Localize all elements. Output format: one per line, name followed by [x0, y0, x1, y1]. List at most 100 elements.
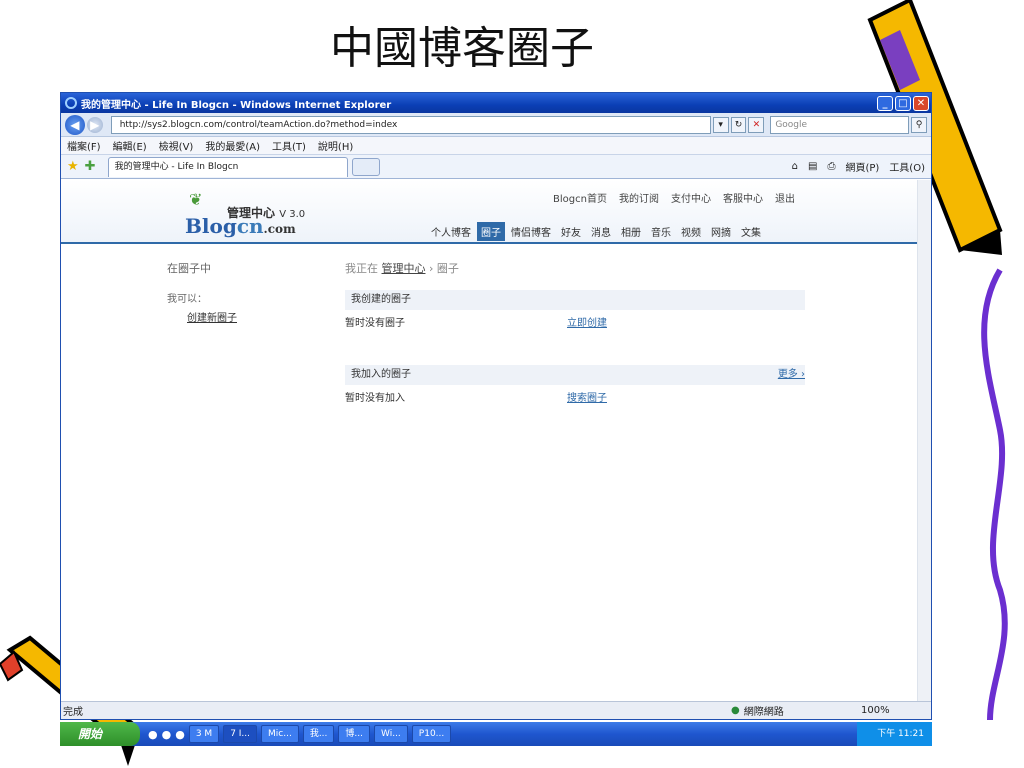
status-text: 完成 [63, 707, 83, 718]
joined-empty-text: 暂时没有加入 [345, 393, 405, 404]
search-circles-link[interactable]: 搜索圈子 [567, 385, 607, 413]
clock[interactable]: 下午 11:21 [877, 729, 924, 739]
favorites-star-icon[interactable]: ★ [67, 159, 79, 174]
toplink-subscriptions[interactable]: 我的订阅 [619, 190, 659, 205]
quick-launch: ● ● ● [148, 728, 185, 741]
tab-label: 我的管理中心 - Life In Blogcn [114, 161, 239, 172]
status-bar: 完成 ● 網際網路 100% [61, 701, 931, 719]
address-bar: ◀ ▶ http://sys2.blogcn.com/control/teamA… [61, 113, 931, 137]
favorites-bar: ★ ✚ 我的管理中心 - Life In Blogcn ⌂ ▤ ⎙ 網頁(P) … [61, 155, 931, 179]
task-blog[interactable]: 博... [338, 725, 370, 743]
nav-music[interactable]: 音乐 [647, 222, 675, 241]
toplink-home[interactable]: Blogcn首页 [553, 190, 607, 205]
nav-friends[interactable]: 好友 [557, 222, 585, 241]
task-messenger[interactable]: Wi... [374, 725, 408, 743]
security-zone: ● 網際網路 [731, 703, 784, 718]
zoom-level[interactable]: 100% [861, 705, 890, 716]
breadcrumb-prefix: 我正在 [345, 262, 378, 275]
task-powerpoint[interactable]: Mic... [261, 725, 299, 743]
tools-menu[interactable]: 工具(O) [889, 159, 925, 174]
url-dropdown-button[interactable]: ▾ [712, 116, 729, 133]
add-favorites-icon[interactable]: ✚ [85, 159, 96, 174]
site-logo[interactable]: Blogcn.com [185, 214, 296, 238]
nav-couple-blog[interactable]: 情侣博客 [507, 222, 555, 241]
create-now-link[interactable]: 立即创建 [567, 310, 607, 338]
refresh-icon[interactable]: ↻ [730, 116, 747, 133]
feeds-icon[interactable]: ▤ [808, 161, 817, 172]
more-link[interactable]: 更多 › [778, 365, 805, 385]
nav-collections[interactable]: 文集 [737, 222, 765, 241]
globe-icon: ● [731, 705, 740, 716]
quicklaunch-ie-icon[interactable]: ● [148, 728, 158, 741]
task-ie[interactable]: 7 I... [223, 725, 258, 743]
menu-favorites[interactable]: 我的最愛(A) [205, 138, 260, 153]
created-circles-header: 我创建的圈子 [345, 290, 805, 310]
sidebar: 在圈子中 我可以： 创建新圈子 [167, 260, 237, 324]
menu-edit[interactable]: 編輯(E) [113, 138, 147, 153]
back-button[interactable]: ◀ [65, 114, 85, 135]
toplink-logout[interactable]: 退出 [775, 190, 795, 205]
task-word[interactable]: 3 M [188, 725, 220, 743]
logo-cn: cn [236, 214, 264, 238]
print-icon[interactable]: ⎙ [827, 161, 835, 172]
breadcrumb-current: 圈子 [436, 262, 459, 275]
menu-help[interactable]: 說明(H) [318, 138, 353, 153]
joined-circles-header: 我加入的圈子 更多 › [345, 365, 805, 385]
logo-com: .com [263, 222, 296, 236]
nav-video[interactable]: 视频 [677, 222, 705, 241]
taskbar: 開始 ● ● ● 3 M 7 I... Mic... 我... 博... Wi.… [60, 722, 932, 746]
toplink-support[interactable]: 客服中心 [723, 190, 763, 205]
site-header: ❦ 管理中心 V 3.0 Blogcn.com Blogcn首页 我的订阅 支付… [61, 180, 917, 244]
zone-label: 網際網路 [743, 707, 784, 718]
created-circles-section: 我创建的圈子 暂时没有圈子 立即创建 [345, 290, 805, 338]
start-button[interactable]: 開始 [60, 722, 140, 746]
quicklaunch-media-icon[interactable]: ● [162, 728, 172, 741]
toplink-payment[interactable]: 支付中心 [671, 190, 711, 205]
joined-circles-section: 我加入的圈子 更多 › 暂时没有加入 搜索圈子 [345, 365, 805, 413]
system-tray: 下午 11:21 [857, 722, 932, 746]
url-text: http://sys2.blogcn.com/control/teamActio… [119, 119, 398, 130]
joined-circles-row: 暂时没有加入 搜索圈子 [345, 385, 805, 413]
page-content: ❦ 管理中心 V 3.0 Blogcn.com Blogcn首页 我的订阅 支付… [61, 180, 917, 703]
maximize-button[interactable]: □ [895, 95, 911, 111]
window-titlebar: 我的管理中心 - Life In Blogcn - Windows Intern… [61, 93, 931, 113]
browser-tab[interactable]: 我的管理中心 - Life In Blogcn [107, 156, 348, 177]
task-photo[interactable]: P10... [411, 725, 452, 743]
quicklaunch-firefox-icon[interactable]: ● [175, 728, 185, 741]
menu-bar: 檔案(F) 編輯(E) 檢視(V) 我的最愛(A) 工具(T) 說明(H) [61, 137, 931, 155]
search-input[interactable]: Google [770, 115, 910, 134]
create-circle-link[interactable]: 创建新圈子 [187, 309, 237, 324]
breadcrumb-separator: › [429, 262, 434, 275]
forward-button[interactable]: ▶ [86, 116, 103, 133]
url-input[interactable]: http://sys2.blogcn.com/control/teamActio… [110, 115, 711, 134]
minimize-button[interactable]: _ [877, 95, 893, 111]
created-empty-text: 暂时没有圈子 [345, 318, 405, 329]
stop-icon[interactable]: ✕ [748, 116, 765, 133]
close-button[interactable]: ✕ [913, 95, 929, 111]
menu-view[interactable]: 檢視(V) [159, 138, 194, 153]
task-folder[interactable]: 我... [302, 725, 335, 743]
search-icon[interactable]: ⚲ [911, 116, 927, 133]
nav-albums[interactable]: 相册 [617, 222, 645, 241]
breadcrumb-admin-link[interactable]: 管理中心 [382, 262, 426, 275]
nav-messages[interactable]: 消息 [587, 222, 615, 241]
breadcrumb: 我正在 管理中心 › 圈子 [345, 260, 459, 276]
sidebar-can-label: 我可以： [167, 294, 207, 305]
command-bar: ⌂ ▤ ⎙ 網頁(P) 工具(O) [792, 159, 925, 174]
window-title: 我的管理中心 - Life In Blogcn - Windows Intern… [81, 99, 392, 111]
new-tab-button[interactable] [351, 157, 380, 176]
menu-file[interactable]: 檔案(F) [67, 138, 101, 153]
home-icon[interactable]: ⌂ [792, 161, 798, 172]
menu-tools[interactable]: 工具(T) [272, 138, 306, 153]
nav-circles[interactable]: 圈子 [477, 222, 505, 241]
vertical-scrollbar[interactable] [917, 180, 931, 703]
created-circles-row: 暂时没有圈子 立即创建 [345, 310, 805, 338]
joined-circles-title: 我加入的圈子 [351, 369, 411, 380]
logo-sprout-icon: ❦ [189, 190, 203, 209]
nav-bookmarks[interactable]: 网摘 [707, 222, 735, 241]
nav-personal-blog[interactable]: 个人博客 [427, 222, 475, 241]
sidebar-title: 在圈子中 [167, 262, 211, 275]
slide-title: 中國博客圈子 [330, 23, 594, 74]
top-links: Blogcn首页 我的订阅 支付中心 客服中心 退出 [553, 190, 795, 205]
page-menu[interactable]: 網頁(P) [845, 159, 879, 174]
